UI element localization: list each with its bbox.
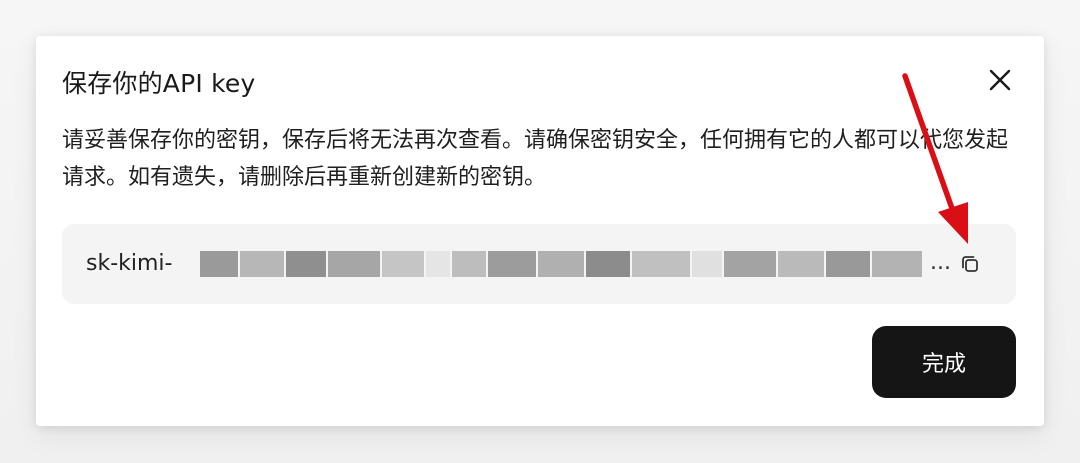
api-key-prefix: sk-kimi- <box>86 251 173 276</box>
copy-icon <box>962 256 978 272</box>
api-key-masked-value <box>200 248 942 280</box>
api-key-dialog: 保存你的API key 请妥善保存你的密钥，保存后将无法再次查看。请确保密钥安全… <box>36 36 1044 426</box>
dialog-description: 请妥善保存你的密钥，保存后将无法再次查看。请确保密钥安全，任何拥有它的人都可以代… <box>62 128 1009 190</box>
api-key-field: sk-kimi- ... <box>62 224 1016 304</box>
copy-button[interactable] <box>958 252 982 276</box>
dialog-title: 保存你的API key <box>62 69 256 98</box>
done-button[interactable]: 完成 <box>872 326 1016 398</box>
close-icon <box>989 69 1011 91</box>
screen: 保存你的API key 请妥善保存你的密钥，保存后将无法再次查看。请确保密钥安全… <box>0 0 1080 463</box>
close-button[interactable] <box>986 66 1014 94</box>
api-key-ellipsis: ... <box>930 250 951 275</box>
